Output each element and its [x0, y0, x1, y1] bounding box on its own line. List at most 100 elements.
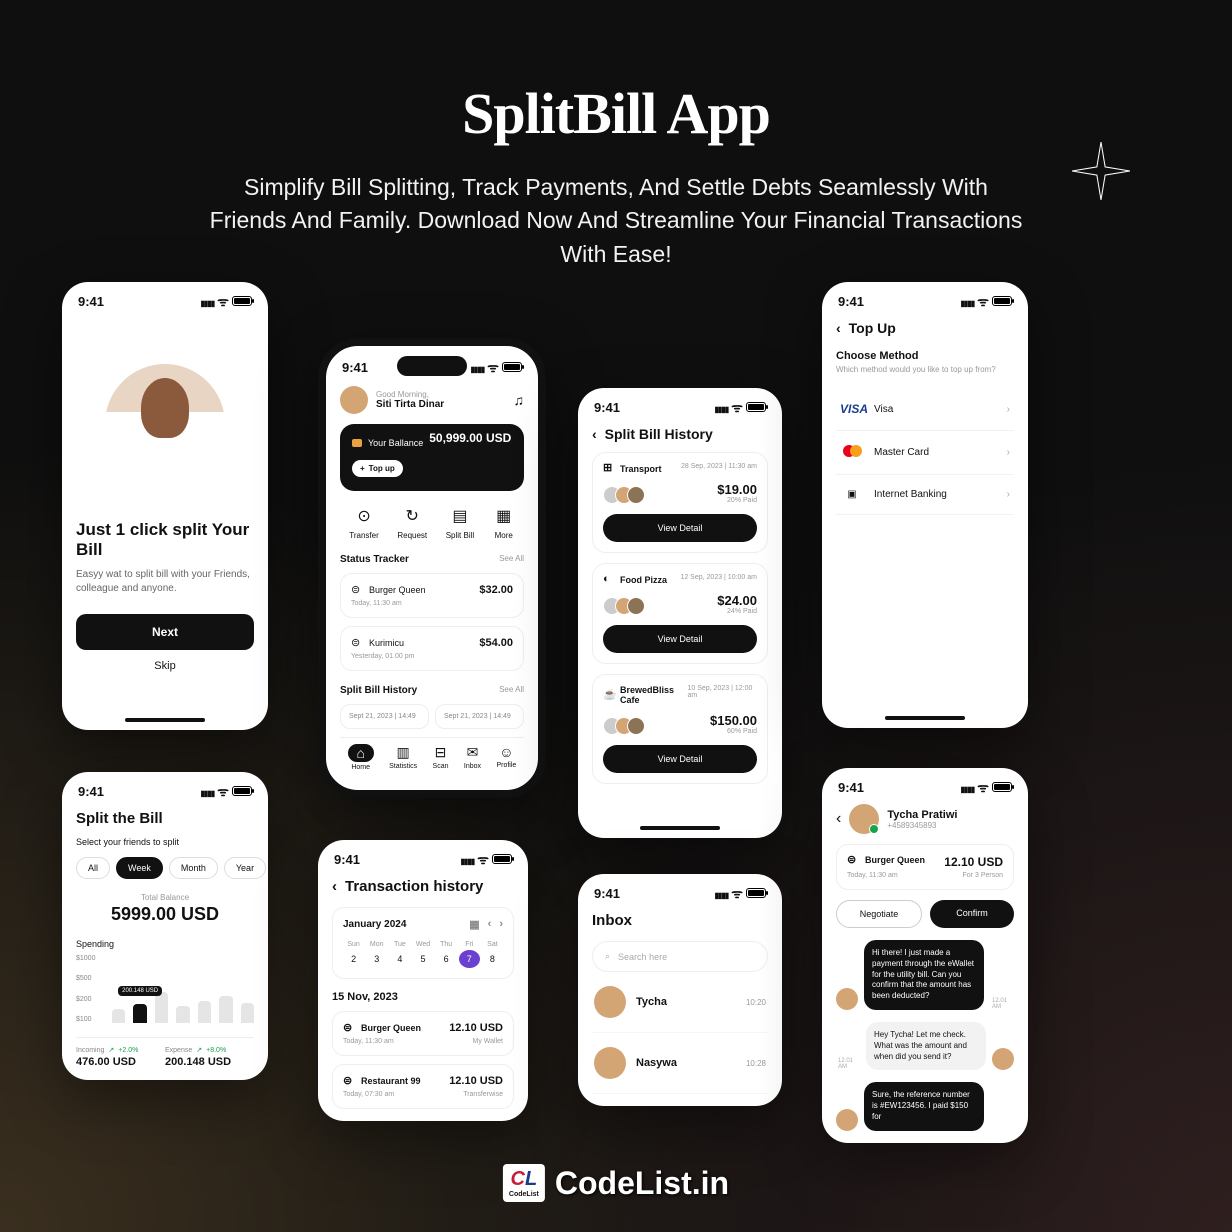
- chat-row[interactable]: Tycha10:20: [592, 972, 768, 1033]
- tracker-item[interactable]: ⊜Burger Queen$32.00 Today, 11:30 am: [340, 573, 524, 618]
- sparkle-decor: [1070, 140, 1132, 202]
- action-more[interactable]: ▦More: [493, 505, 515, 540]
- avatar-stack: [603, 717, 639, 735]
- calendar-day[interactable]: 4: [389, 950, 410, 968]
- balance-card: Your Ballance50,999.00 USD +Top up: [340, 424, 524, 491]
- calendar-icon[interactable]: ▦: [469, 918, 479, 931]
- nav-statistics[interactable]: ▥Statistics: [389, 744, 417, 771]
- signal-icon: [961, 780, 975, 795]
- home-indicator: [640, 826, 720, 830]
- hero-subtitle: Simplify Bill Splitting, Track Payments,…: [206, 171, 1026, 271]
- see-all-link[interactable]: See All: [499, 685, 524, 696]
- cafe-icon: ☕: [603, 690, 615, 701]
- nav-home[interactable]: ⌂Home: [348, 744, 374, 771]
- negotiate-button[interactable]: Negotiate: [836, 900, 922, 928]
- spending-chart: $1000$500$200$100: [76, 955, 254, 1023]
- skip-button[interactable]: Skip: [76, 660, 254, 672]
- signal-icon: [715, 886, 729, 901]
- chart-bar-highlighted: [133, 1004, 146, 1023]
- signal-icon: [201, 294, 215, 309]
- back-icon[interactable]: ‹: [592, 426, 597, 442]
- history-card[interactable]: Sept 21, 2023 | 14:49: [340, 704, 429, 729]
- calendar-month: January 2024: [343, 919, 406, 930]
- notification-icon[interactable]: ♫: [514, 392, 525, 408]
- chat-name: Tycha Pratiwi: [887, 809, 957, 821]
- view-detail-button[interactable]: View Detail: [603, 514, 757, 542]
- action-transfer[interactable]: ⊙Transfer: [349, 505, 379, 540]
- calendar-day[interactable]: 6: [436, 950, 457, 968]
- clock: 9:41: [78, 784, 104, 799]
- profile-icon: ☺: [496, 744, 516, 760]
- signal-icon: [461, 852, 475, 867]
- avatar: [594, 986, 626, 1018]
- hero-section: SplitBill App Simplify Bill Splitting, T…: [0, 0, 1232, 271]
- filter-week[interactable]: Week: [116, 857, 163, 879]
- watermark-text: CodeList.in: [555, 1165, 729, 1202]
- wifi-icon: ᯤ: [487, 358, 499, 376]
- method-visa[interactable]: VISAVisa›: [836, 388, 1014, 431]
- next-icon[interactable]: ›: [499, 918, 503, 931]
- back-icon[interactable]: ‹: [332, 878, 337, 895]
- topup-button[interactable]: +Top up: [352, 460, 403, 477]
- back-icon[interactable]: ‹: [836, 810, 841, 828]
- history-card[interactable]: Sept 21, 2023 | 14:49: [435, 704, 524, 729]
- page-title: Split the Bill: [76, 810, 254, 827]
- prev-icon[interactable]: ‹: [488, 918, 492, 931]
- method-internet-banking[interactable]: ▣Internet Banking›: [836, 475, 1014, 515]
- balance-value: 50,999.00 USD: [429, 431, 511, 445]
- filter-month[interactable]: Month: [169, 857, 218, 879]
- filter-year[interactable]: Year: [224, 857, 266, 879]
- view-detail-button[interactable]: View Detail: [603, 625, 757, 653]
- bill-card: ⊜Burger Queen12.10 USD Today, 11:30 amFo…: [836, 844, 1014, 890]
- signal-icon: [201, 784, 215, 799]
- avatar: [992, 1048, 1014, 1070]
- transaction-item[interactable]: ⊜Restaurant 9912.10 USD Today, 07:30 amT…: [332, 1064, 514, 1109]
- filter-all[interactable]: All: [76, 857, 110, 879]
- calendar-day[interactable]: 2: [343, 950, 364, 968]
- back-icon[interactable]: ‹: [836, 320, 841, 336]
- calendar-day[interactable]: 8: [482, 950, 503, 968]
- arrow-up-icon: ↗: [196, 1046, 202, 1054]
- date-heading: 15 Nov, 2023: [332, 991, 514, 1003]
- incoming-value: 476.00 USD: [76, 1056, 165, 1068]
- battery-icon: [746, 402, 766, 412]
- method-mastercard[interactable]: Master Card›: [836, 431, 1014, 475]
- avatar: [836, 1109, 858, 1131]
- food-icon: ⊜: [351, 638, 363, 649]
- nav-inbox[interactable]: ✉Inbox: [464, 744, 481, 771]
- clock: 9:41: [838, 780, 864, 795]
- transaction-item[interactable]: ⊜Burger Queen12.10 USD Today, 11:30 amMy…: [332, 1011, 514, 1056]
- next-button[interactable]: Next: [76, 614, 254, 650]
- history-card: ☕BrewedBliss Cafe10 Sep, 2023 | 12:00 am…: [592, 674, 768, 784]
- bottom-nav: ⌂Home ▥Statistics ⊟Scan ✉Inbox ☺Profile: [340, 737, 524, 771]
- search-input[interactable]: ⌕Search here: [592, 941, 768, 972]
- page-title: Transaction history: [345, 878, 483, 895]
- nav-scan[interactable]: ⊟Scan: [433, 744, 449, 771]
- action-request[interactable]: ↻Request: [397, 505, 427, 540]
- chat-row[interactable]: Nasywa10:28: [592, 1033, 768, 1094]
- avatar[interactable]: [340, 386, 368, 414]
- calendar-day[interactable]: 5: [412, 950, 433, 968]
- wifi-icon: ᯤ: [731, 398, 743, 416]
- message-time: 12.01 AM: [992, 998, 1012, 1010]
- nav-profile[interactable]: ☺Profile: [496, 744, 516, 771]
- calendar-day-selected[interactable]: 7: [459, 950, 480, 968]
- action-splitbill[interactable]: ▤Split Bill: [446, 505, 474, 540]
- incoming-label: Incoming: [76, 1047, 104, 1054]
- see-all-link[interactable]: See All: [499, 554, 524, 565]
- chevron-right-icon: ›: [1007, 489, 1010, 500]
- clock: 9:41: [334, 852, 360, 867]
- chart-bar: [241, 1003, 254, 1023]
- chart-bar: [155, 992, 168, 1023]
- view-detail-button[interactable]: View Detail: [603, 745, 757, 773]
- avatar[interactable]: [849, 804, 879, 834]
- confirm-button[interactable]: Confirm: [930, 900, 1014, 928]
- chart-bar: [112, 1009, 125, 1023]
- screen-split-bill: 9:41 ᯤ Split the Bill Select your friend…: [62, 772, 268, 1080]
- choose-sublabel: Which method would you like to top up fr…: [836, 365, 1014, 374]
- tracker-item[interactable]: ⊜Kurimicu$54.00 Yesterday, 01.00 pm: [340, 626, 524, 671]
- history-card: ◐Food Pizza12 Sep, 2023 | 10:00 am $24.0…: [592, 563, 768, 664]
- calendar-day[interactable]: 3: [366, 950, 387, 968]
- clock: 9:41: [78, 294, 104, 309]
- inbox-icon: ✉: [464, 744, 481, 761]
